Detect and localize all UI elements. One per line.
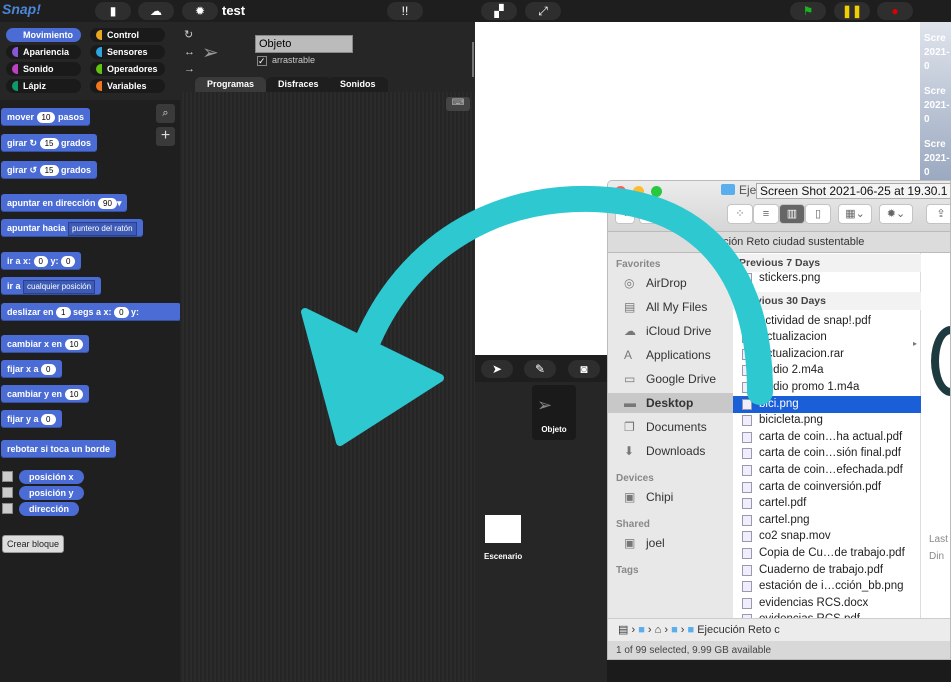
curved-arrow bbox=[301, 186, 773, 446]
